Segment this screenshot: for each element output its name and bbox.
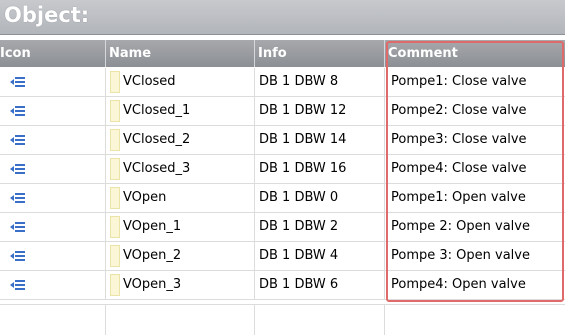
column-header-comment[interactable]: Comment — [385, 40, 565, 67]
comment-cell[interactable]: Pompe4: Open valve — [385, 271, 565, 299]
column-header-info[interactable]: Info — [255, 40, 385, 67]
table-row[interactable]: VClosed_2 DB 1 DBW 14 Pompe3: Close valve — [0, 126, 565, 155]
object-panel-title-bar: Object: — [0, 0, 565, 35]
icon-cell — [0, 97, 106, 125]
comment-cell[interactable]: Pompe1: Close valve — [385, 68, 565, 96]
info-cell: DB 1 DBW 8 — [255, 68, 385, 96]
table-header: Icon Name Info Comment — [0, 40, 565, 67]
comment-cell[interactable]: Pompe4: Close valve — [385, 155, 565, 183]
comment-cell[interactable]: Pompe 2: Open valve — [385, 213, 565, 241]
variable-icon — [10, 77, 25, 87]
info-cell: DB 1 DBW 14 — [255, 126, 385, 154]
name-cell: VClosed — [106, 68, 255, 96]
empty-row — [0, 304, 565, 335]
name-cell: VOpen_2 — [106, 242, 255, 270]
name-cell: VOpen_1 — [106, 213, 255, 241]
comment-cell[interactable]: Pompe2: Close valve — [385, 97, 565, 125]
icon-cell — [0, 213, 106, 241]
table-row[interactable]: VClosed DB 1 DBW 8 Pompe1: Close valve — [0, 68, 565, 97]
icon-cell — [0, 68, 106, 96]
info-cell: DB 1 DBW 4 — [255, 242, 385, 270]
table-row[interactable]: VClosed_1 DB 1 DBW 12 Pompe2: Close valve — [0, 97, 565, 126]
variable-icon — [10, 164, 25, 174]
variable-icon — [10, 193, 25, 203]
variable-icon — [10, 280, 25, 290]
variable-icon — [10, 135, 25, 145]
table-row[interactable]: VOpen_3 DB 1 DBW 6 Pompe4: Open valve — [0, 271, 565, 300]
name-cell: VOpen_3 — [106, 271, 255, 299]
comment-cell[interactable]: Pompe 3: Open valve — [385, 242, 565, 270]
info-cell: DB 1 DBW 12 — [255, 97, 385, 125]
table-row[interactable]: VClosed_3 DB 1 DBW 16 Pompe4: Close valve — [0, 155, 565, 184]
info-cell: DB 1 DBW 0 — [255, 184, 385, 212]
comment-cell[interactable]: Pompe1: Open valve — [385, 184, 565, 212]
info-cell: DB 1 DBW 16 — [255, 155, 385, 183]
column-header-icon[interactable]: Icon — [0, 40, 106, 67]
icon-cell — [0, 126, 106, 154]
column-header-name[interactable]: Name — [106, 40, 255, 67]
variable-icon — [10, 251, 25, 261]
table-row[interactable]: VOpen_2 DB 1 DBW 4 Pompe 3: Open valve — [0, 242, 565, 271]
icon-cell — [0, 271, 106, 299]
name-cell: VClosed_2 — [106, 126, 255, 154]
panel-title: Object: — [4, 3, 90, 27]
name-cell: VClosed_1 — [106, 97, 255, 125]
info-cell: DB 1 DBW 2 — [255, 213, 385, 241]
name-cell: VClosed_3 — [106, 155, 255, 183]
variable-icon — [10, 222, 25, 232]
table-row[interactable]: VOpen DB 1 DBW 0 Pompe1: Open valve — [0, 184, 565, 213]
icon-cell — [0, 242, 106, 270]
info-cell: DB 1 DBW 6 — [255, 271, 385, 299]
comment-cell[interactable]: Pompe3: Close valve — [385, 126, 565, 154]
icon-cell — [0, 184, 106, 212]
variable-icon — [10, 106, 25, 116]
table-row[interactable]: VOpen_1 DB 1 DBW 2 Pompe 2: Open valve — [0, 213, 565, 242]
name-cell: VOpen — [106, 184, 255, 212]
icon-cell — [0, 155, 106, 183]
